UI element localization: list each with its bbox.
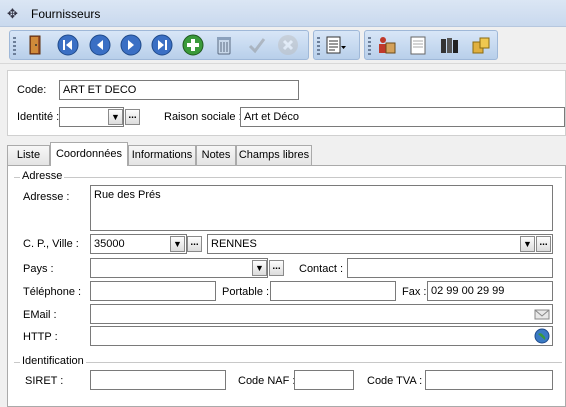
code-tva-label: Code TVA : [367,375,423,387]
tab-coordonnees[interactable]: Coordonnées [50,142,128,166]
code-tva-field[interactable] [425,370,553,390]
portable-label: Portable : [222,286,270,298]
report-toolbar-group [313,30,360,60]
http-label: HTTP : [23,331,58,343]
raison-sociale-label: Raison sociale : [164,111,242,123]
adresse-group-title: Adresse [20,170,65,182]
ville-select[interactable]: RENNES [207,234,553,254]
pays-ellipsis-button[interactable]: ... [269,260,284,276]
fax-field[interactable]: 02 99 00 29 99 [427,281,553,301]
toolbar-grip[interactable] [368,37,371,55]
toolbar-grip[interactable] [13,37,16,55]
postal-code-dropdown-button[interactable]: ▼ [170,236,185,252]
adresse-textarea[interactable]: Rue des Prés [90,185,553,231]
tab-champs-libres[interactable]: Champs libres [236,145,312,165]
ville-ellipsis-button[interactable]: ... [536,236,551,252]
code-label: Code: [17,84,47,96]
siret-field[interactable] [90,370,226,390]
first-record-icon[interactable] [57,34,79,56]
email-field[interactable] [90,304,553,324]
document-icon[interactable] [407,34,429,56]
identification-group-border [14,362,562,363]
door-exit-icon[interactable] [24,34,46,56]
adresse-label: Adresse : [23,191,70,203]
window-title: Fournisseurs [31,7,101,21]
products-icon[interactable] [470,34,492,56]
code-naf-field[interactable] [294,370,354,390]
contact-label: Contact : [299,263,344,275]
code-field[interactable]: ART ET DECO [59,80,299,100]
pays-dropdown-button[interactable]: ▼ [252,260,267,276]
pays-select[interactable] [90,258,268,278]
previous-record-icon[interactable] [89,34,111,56]
report-menu-icon[interactable] [324,34,346,56]
pays-label: Pays : [23,263,54,275]
navigation-toolbar-group [9,30,309,60]
toolbar-grip[interactable] [317,37,320,55]
header-form: Code: ART ET DECO Identité : ▼ ... Raiso… [7,70,566,136]
open-website-globe-icon[interactable] [534,328,550,344]
cancel-icon[interactable] [277,34,299,56]
raison-sociale-field[interactable]: Art et Déco [240,107,565,127]
identite-ellipsis-button[interactable]: ... [125,109,140,125]
telephone-label: Téléphone : [23,286,82,298]
next-record-icon[interactable] [120,34,142,56]
delete-record-icon[interactable] [213,34,235,56]
coordonnees-panel: Adresse Adresse : Rue des Prés C. P., Vi… [7,165,566,407]
tab-liste[interactable]: Liste [7,145,50,165]
fax-label: Fax : [402,286,427,298]
last-record-icon[interactable] [151,34,173,56]
app-icon: ✥ [7,6,18,21]
email-label: EMail : [23,309,57,321]
http-field[interactable] [90,326,553,346]
postal-code-ellipsis-button[interactable]: ... [187,236,202,252]
identite-label: Identité : [17,111,60,123]
portable-field[interactable] [270,281,396,301]
telephone-field[interactable] [90,281,216,301]
siret-label: SIRET : [25,375,64,387]
tab-notes[interactable]: Notes [196,145,236,165]
customers-icon[interactable] [375,34,397,56]
contact-field[interactable] [347,258,553,278]
identification-group-title: Identification [20,355,86,367]
title-bar: ✥ Fournisseurs [0,0,566,27]
validate-icon[interactable] [246,34,268,56]
books-icon[interactable] [439,34,461,56]
tab-informations[interactable]: Informations [128,145,196,165]
adresse-group-border [14,177,562,178]
cp-ville-label: C. P., Ville : [23,238,79,250]
code-naf-label: Code NAF : [238,375,296,387]
add-record-icon[interactable] [182,34,204,56]
toolbar [0,27,566,64]
ville-dropdown-button[interactable]: ▼ [520,236,535,252]
send-email-icon[interactable] [534,306,550,322]
identite-dropdown-button[interactable]: ▼ [108,109,123,125]
documents-toolbar-group [364,30,498,60]
